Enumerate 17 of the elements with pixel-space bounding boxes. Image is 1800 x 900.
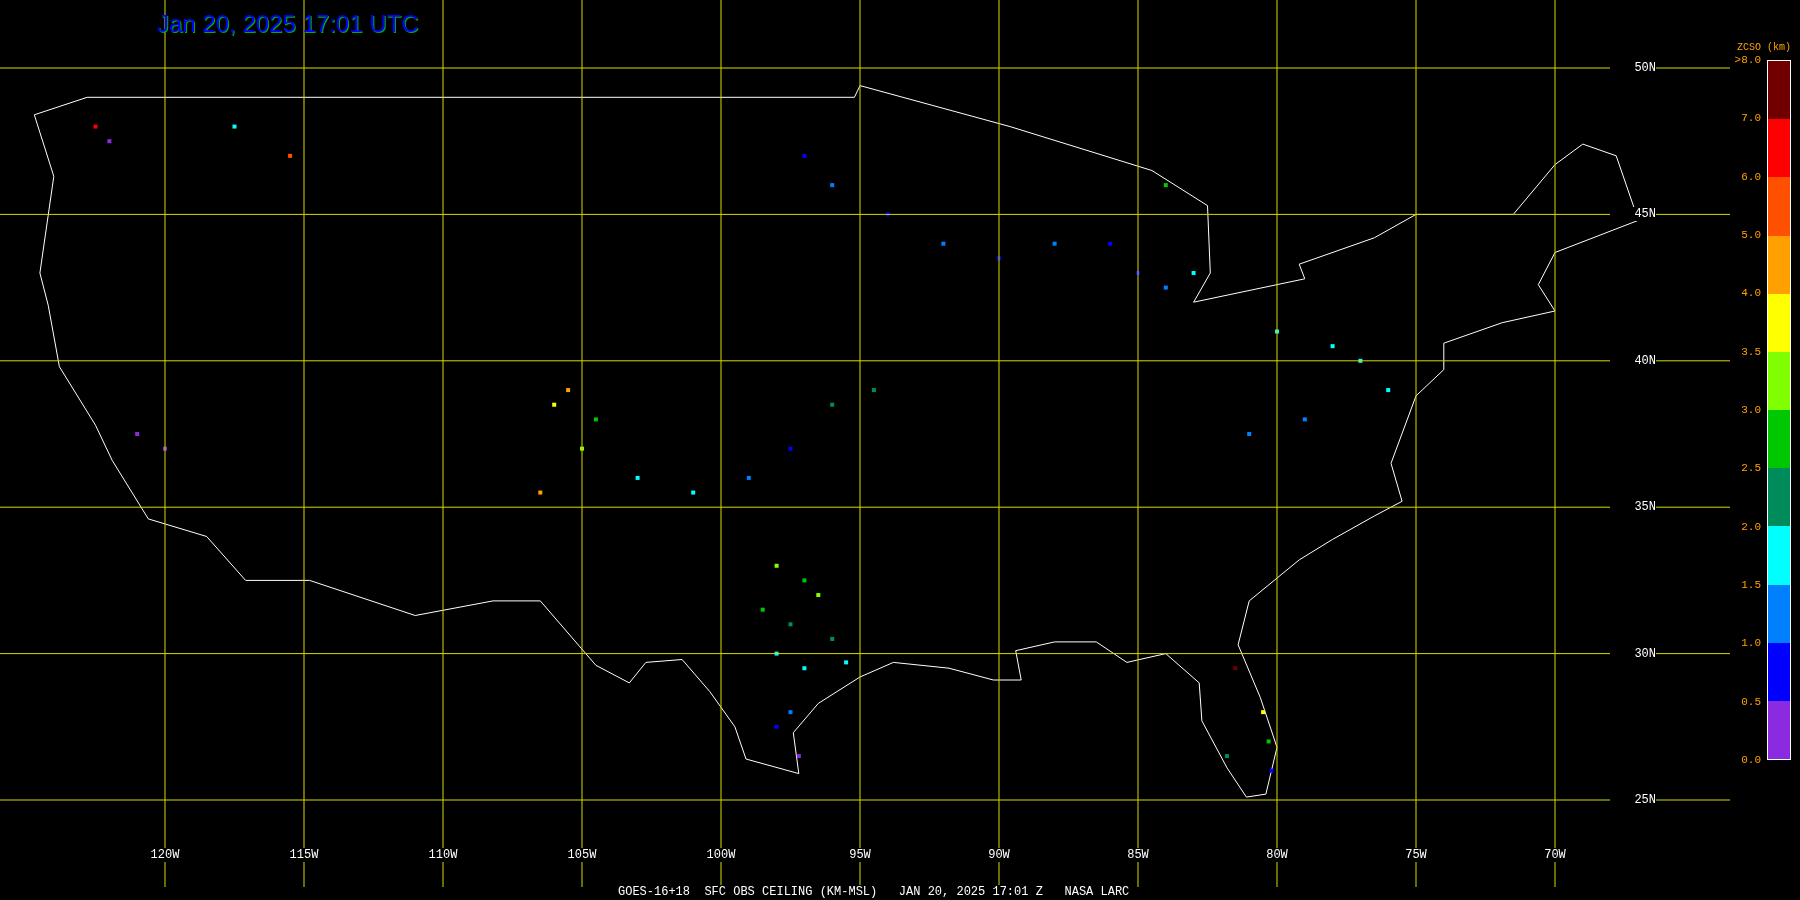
- legend-label: 0.5: [1741, 695, 1761, 708]
- legend-label: 2.5: [1741, 462, 1761, 475]
- legend-label: 3.0: [1741, 403, 1761, 416]
- legend-label: >8.0: [1734, 54, 1761, 66]
- chart-caption: GOES-16+18 SFC OBS CEILING (KM-MSL) JAN 20, 2025 17:01 Z NASA LARC: [618, 885, 1130, 899]
- legend-label: 4.0: [1741, 287, 1761, 300]
- legend-label: 7.0: [1741, 112, 1761, 125]
- legend-label: 1.0: [1741, 637, 1761, 650]
- legend-label: 3.5: [1741, 345, 1761, 358]
- timestamp-title: Jan 20, 2025 17:01 UTC: [157, 12, 419, 36]
- legend-label: 2.0: [1741, 520, 1761, 533]
- legend-label: 0.0: [1741, 753, 1761, 766]
- legend-label: 6.0: [1741, 170, 1761, 183]
- legend-label: 5.0: [1741, 229, 1761, 241]
- legend-title: ZCSO (km): [1737, 42, 1791, 54]
- legend-label: 1.5: [1741, 578, 1761, 591]
- latitude-label: 45N: [1610, 207, 1656, 222]
